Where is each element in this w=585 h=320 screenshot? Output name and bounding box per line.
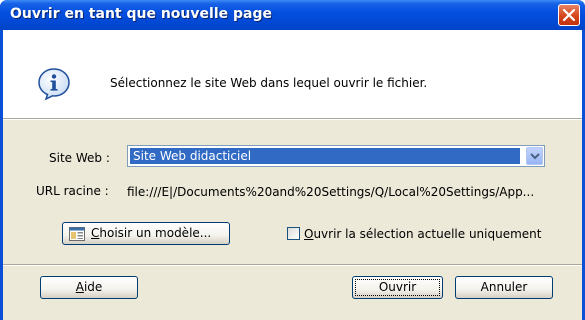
help-button[interactable]: Aide	[40, 276, 138, 299]
choose-template-button[interactable]: Choisir un modèle...	[62, 222, 230, 245]
url-label: URL racine :	[36, 184, 109, 198]
dialog-body: Sélectionnez le site Web dans lequel ouv…	[3, 30, 582, 320]
divider	[3, 264, 582, 266]
close-button[interactable]	[558, 4, 580, 26]
focus-ring	[355, 279, 440, 296]
info-icon	[38, 68, 70, 101]
current-selection-checkbox[interactable]	[287, 227, 300, 240]
dialog-title: Ouvrir en tant que nouvelle page	[10, 6, 272, 22]
template-icon	[69, 227, 85, 241]
cancel-button[interactable]: Annuler	[455, 276, 553, 299]
dialog-window: Ouvrir en tant que nouvelle page Sélecti…	[0, 0, 585, 320]
info-panel: Sélectionnez le site Web dans lequel ouv…	[3, 30, 582, 118]
site-select-value[interactable]: Site Web didacticiel	[130, 148, 520, 164]
divider	[3, 118, 582, 120]
current-selection-label[interactable]: Ouvrir la sélection actuelle uniquement	[304, 227, 541, 241]
site-select[interactable]: Site Web didacticiel	[127, 145, 545, 167]
open-button[interactable]: Ouvrir	[352, 276, 443, 299]
site-label: Site Web :	[49, 151, 110, 165]
chevron-down-icon	[530, 153, 540, 160]
close-icon	[563, 9, 575, 21]
info-message: Sélectionnez le site Web dans lequel ouv…	[110, 76, 428, 90]
url-value: file:///E|/Documents%20and%20Settings/Q/…	[127, 185, 535, 199]
choose-template-label: Choisir un modèle...	[91, 226, 212, 240]
title-bar[interactable]: Ouvrir en tant que nouvelle page	[0, 0, 585, 30]
dropdown-button[interactable]	[526, 147, 543, 165]
